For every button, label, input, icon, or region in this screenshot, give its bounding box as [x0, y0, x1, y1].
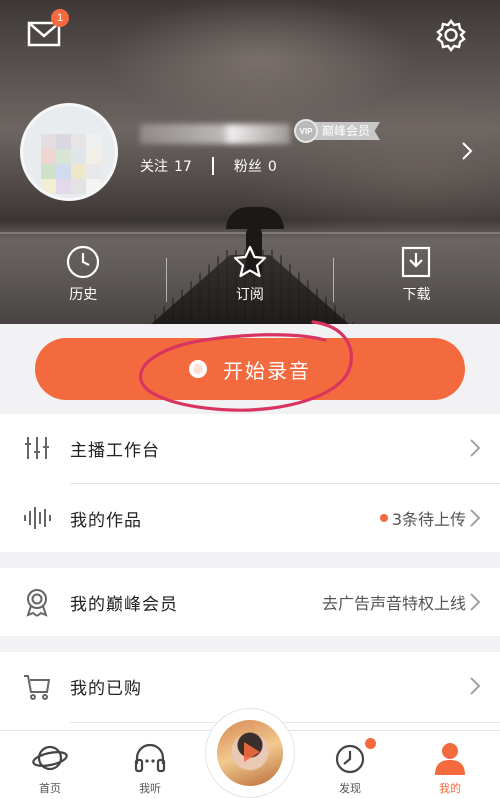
vip-badge-label: 巅峰会员 [312, 122, 381, 140]
vip-medal-icon: VIP [294, 119, 318, 143]
divider [166, 258, 167, 302]
follow-stats: 关注 17 粉丝 0 [140, 156, 277, 176]
stats-divider [211, 157, 214, 175]
tab-listen-label: 我听 [139, 782, 161, 795]
works-row[interactable]: 我的作品 3条待上传 [0, 484, 500, 552]
discover-notification-dot [365, 738, 376, 749]
fans-count: 0 [267, 159, 277, 175]
following-label: 关注 [140, 159, 168, 175]
studio-row[interactable]: 主播工作台 [0, 414, 500, 482]
download-button[interactable]: 下载 [333, 244, 500, 314]
pending-dot [379, 514, 388, 522]
following-link[interactable]: 关注 17 [140, 156, 192, 176]
headphones-icon [134, 743, 166, 773]
history-button[interactable]: 历史 [0, 244, 167, 314]
start-recording-label: 开始录音 [223, 358, 311, 383]
vip-card: 我的巅峰会员 去广告声音特权上线 [0, 568, 500, 636]
chevron-right-icon [470, 509, 481, 527]
works-title: 我的作品 [70, 510, 142, 531]
avatar-mosaic [41, 134, 101, 194]
chevron-right-icon[interactable] [456, 138, 478, 164]
star-icon [233, 245, 266, 278]
subscribe-label: 订阅 [235, 287, 264, 303]
vip-row[interactable]: 我的巅峰会员 去广告声音特权上线 [0, 568, 500, 636]
tab-home[interactable]: 首页 [0, 731, 100, 799]
play-icon [244, 742, 260, 762]
equalizer-icon [25, 437, 49, 459]
tab-mine[interactable]: 我的 [400, 731, 500, 799]
person-icon [435, 743, 465, 775]
vip-badge[interactable]: VIP 巅峰会员 [294, 119, 381, 143]
username-redacted [140, 124, 290, 144]
chevron-right-icon [470, 439, 481, 457]
works-status-text: 3条待上传 [391, 510, 466, 529]
mail-badge: 1 [51, 9, 69, 27]
tab-discover-label: 发现 [339, 782, 361, 795]
start-recording-button[interactable]: 开始录音 [35, 338, 465, 400]
tab-discover[interactable]: 发现 [300, 731, 400, 799]
planet-icon [32, 745, 68, 771]
avatar[interactable] [20, 103, 118, 201]
tab-mine-label: 我的 [439, 782, 461, 795]
quick-actions: 历史 订阅 下载 [0, 244, 500, 314]
download-icon [402, 246, 431, 278]
vip-status: 去广告声音特权上线 [321, 594, 466, 613]
compass-icon [335, 744, 365, 774]
following-count: 17 [174, 159, 192, 175]
tab-home-label: 首页 [39, 782, 61, 795]
purchased-title: 我的已购 [70, 678, 142, 699]
vip-title: 我的巅峰会员 [70, 594, 178, 615]
divider [333, 258, 334, 302]
creator-card: 主播工作台 我的作品 3条待上传 [0, 414, 500, 552]
works-status: 3条待上传 [379, 506, 466, 530]
tab-listen[interactable]: 我听 [100, 731, 200, 799]
waveform-icon [24, 507, 51, 529]
chevron-right-icon [470, 677, 481, 695]
profile-header: 1 VIP 巅峰会员 关注 17 粉丝 0 历史 订阅 下载 [0, 0, 500, 324]
cart-icon [24, 675, 51, 700]
chevron-right-icon [470, 593, 481, 611]
record-dot-icon [189, 360, 207, 378]
studio-title: 主播工作台 [70, 440, 160, 461]
clock-icon [67, 245, 100, 279]
medal-icon [26, 589, 48, 617]
divider [70, 722, 500, 723]
subscribe-button[interactable]: 订阅 [167, 244, 334, 314]
fans-link[interactable]: 粉丝 0 [234, 156, 277, 176]
gear-icon[interactable] [432, 16, 470, 54]
download-label: 下载 [402, 287, 431, 303]
history-label: 历史 [69, 287, 98, 303]
record-section: 开始录音 [0, 320, 500, 414]
fans-label: 粉丝 [233, 159, 262, 175]
